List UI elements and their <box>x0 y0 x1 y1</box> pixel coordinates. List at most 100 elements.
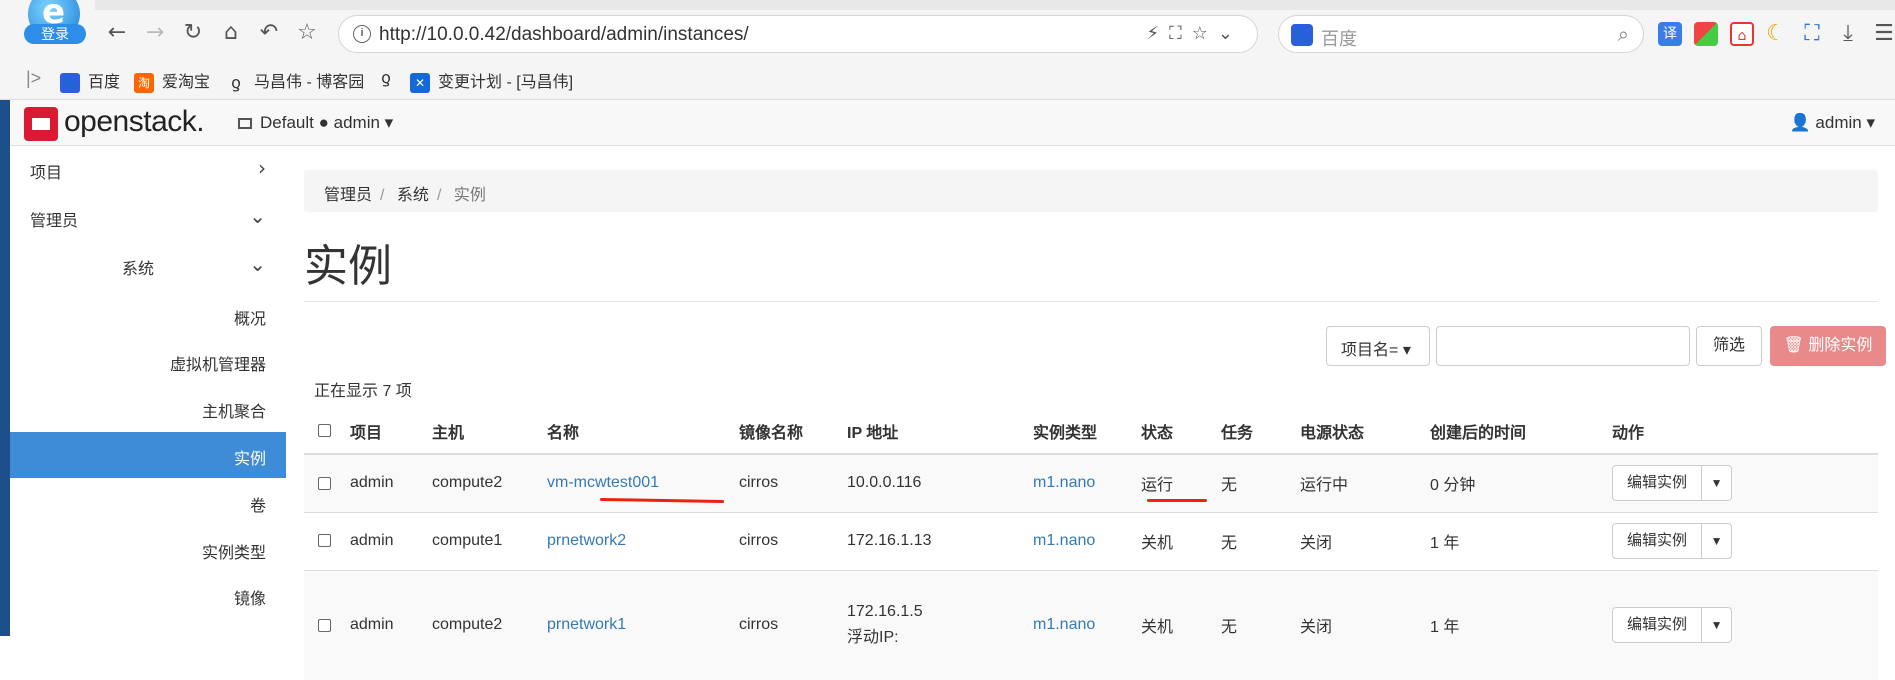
col-header[interactable]: 状态 <box>1135 408 1215 455</box>
edit-instance-button[interactable]: 编辑实例 <box>1612 607 1703 644</box>
cell-project: admin <box>344 453 426 512</box>
search-box[interactable]: 🐾 百度 ⌕ <box>1278 15 1644 53</box>
pdf-icon[interactable]: ⌂ <box>1730 22 1754 46</box>
bookmark-cnblogs[interactable]: ƍ 马昌伟 - 博客园 <box>226 68 364 93</box>
back-arrow-icon[interactable]: ← <box>102 18 132 48</box>
breadcrumb-admin[interactable]: 管理员 <box>324 187 372 204</box>
col-header[interactable]: 镜像名称 <box>733 408 841 455</box>
project-selector[interactable]: Default ● admin ▾ <box>238 113 393 133</box>
caret-down-icon: ▾ <box>384 113 394 132</box>
login-badge[interactable]: 登录 <box>24 24 86 44</box>
col-header[interactable]: 实例类型 <box>1027 408 1135 455</box>
select-all-cell <box>304 408 344 455</box>
browser-toolbar: e 登录 ← → ↻ ⌂ ↶ ☆ i http://10.0.0.42/dash… <box>0 0 1895 100</box>
edit-instance-button[interactable]: 编辑实例 <box>1612 523 1703 559</box>
filter-input[interactable] <box>1436 326 1690 366</box>
edit-instance-button[interactable]: 编辑实例 <box>1612 465 1703 502</box>
flavor-link[interactable]: m1.nano <box>1033 474 1095 491</box>
apps-icon[interactable] <box>1694 22 1718 46</box>
sidebar-item-images[interactable]: 镜像 <box>10 572 286 618</box>
sidebar-item-instances[interactable]: 实例 <box>10 432 286 478</box>
instance-name-link[interactable]: prnetwork2 <box>547 532 626 549</box>
search-input[interactable]: 百度 <box>1321 25 1357 51</box>
sidebar-item-host-aggregates[interactable]: 主机聚合 <box>10 385 286 431</box>
favorite-star-icon[interactable]: ☆ <box>1192 23 1218 44</box>
cell-ip: 10.0.0.116 <box>841 453 1027 512</box>
chevron-down-icon[interactable]: ⌄ <box>1218 23 1243 44</box>
site-info-icon[interactable]: i <box>353 25 371 43</box>
browser-logo[interactable]: e 登录 <box>22 0 90 44</box>
forward-arrow-icon[interactable]: → <box>140 18 170 48</box>
col-header[interactable]: 名称 <box>541 408 733 455</box>
bookmark-baidu[interactable]: 🐾 百度 <box>60 68 120 93</box>
chevron-right-icon: › <box>258 156 266 180</box>
row-checkbox[interactable] <box>318 476 331 490</box>
bookmark-taobao[interactable]: 淘爱淘宝 <box>134 68 210 93</box>
caret-down-icon: ▾ <box>1402 342 1411 359</box>
url-text[interactable]: http://10.0.0.42/dashboard/admin/instanc… <box>379 24 749 46</box>
col-header[interactable]: 电源状态 <box>1294 408 1424 455</box>
filter-button[interactable]: 筛选 <box>1696 326 1762 366</box>
crop-icon[interactable]: ⛶ <box>1800 22 1824 46</box>
cell-status: 运行 <box>1135 453 1215 512</box>
baidu-paw-icon: 🐾 <box>60 72 80 93</box>
table-row: admin compute2 prnetwork1 cirros 172.16.… <box>304 569 1878 680</box>
sidebar-item-system[interactable]: 系统 ⌄ <box>10 242 286 288</box>
cell-image: cirros <box>733 511 841 570</box>
translate-icon[interactable]: 译 <box>1658 22 1682 46</box>
taobao-icon: 淘 <box>134 72 154 93</box>
col-header[interactable]: IP 地址 <box>841 408 1027 455</box>
reload-icon[interactable]: ↻ <box>178 18 208 48</box>
bookmark-change-plan[interactable]: ✕ 变更计划 - [马昌伟] <box>410 68 573 93</box>
cnblogs-icon: ƍ <box>381 68 391 87</box>
sidebar-toggle-icon[interactable]: |> <box>26 68 41 89</box>
col-header: 动作 <box>1606 408 1878 455</box>
instance-name-link[interactable]: vm-mcwtest001 <box>547 474 659 491</box>
bookmark-star-icon[interactable]: ☆ <box>292 18 322 48</box>
actions-dropdown-toggle[interactable]: ▼ <box>1702 523 1733 559</box>
openstack-logo-icon[interactable] <box>24 107 58 141</box>
search-icon[interactable]: ⌕ <box>1618 22 1629 46</box>
instance-name-link[interactable]: prnetwork1 <box>547 616 626 633</box>
col-header[interactable]: 项目 <box>344 408 426 455</box>
chevron-down-icon: ⌄ <box>249 204 266 228</box>
row-checkbox[interactable] <box>318 534 331 548</box>
breadcrumb-current: 实例 <box>453 187 486 204</box>
cell-power: 运行中 <box>1294 453 1424 512</box>
project-icon <box>238 118 252 130</box>
cell-project: admin <box>344 511 426 570</box>
sidebar-item-overview[interactable]: 概况 <box>10 292 286 338</box>
col-header[interactable]: 主机 <box>426 408 541 455</box>
screenshot-icon[interactable]: ⛶ <box>1169 23 1192 44</box>
filter-field-select[interactable]: 项目名= ▾ <box>1326 326 1430 366</box>
download-icon[interactable]: ⤓ <box>1836 22 1860 46</box>
actions-dropdown-toggle[interactable]: ▼ <box>1702 465 1733 502</box>
col-header[interactable]: 创建后的时间 <box>1424 408 1606 455</box>
sidebar-item-project[interactable]: 项目 › <box>10 146 286 192</box>
brand-name[interactable]: openstack. <box>64 105 205 139</box>
breadcrumb-system[interactable]: 系统 <box>397 187 429 204</box>
home-icon[interactable]: ⌂ <box>216 18 246 48</box>
select-all-checkbox[interactable] <box>318 423 331 437</box>
delete-instances-button[interactable]: 🗑 删除实例 <box>1770 326 1886 366</box>
sidebar-item-admin[interactable]: 管理员 ⌄ <box>10 194 286 240</box>
baidu-paw-icon: 🐾 <box>1291 24 1313 46</box>
desktop-edge <box>0 100 10 636</box>
menu-icon[interactable]: ☰ <box>1872 22 1895 46</box>
divider <box>304 301 1878 302</box>
undo-icon[interactable]: ↶ <box>254 18 284 48</box>
col-header[interactable]: 任务 <box>1215 408 1294 455</box>
flavor-link[interactable]: m1.nano <box>1033 616 1095 633</box>
moon-icon[interactable]: ☾ <box>1764 22 1788 46</box>
row-checkbox[interactable] <box>318 618 331 632</box>
lightning-icon[interactable]: ⚡ <box>1147 23 1170 44</box>
user-menu[interactable]: 👤 admin ▾ <box>1790 113 1876 133</box>
flavor-link[interactable]: m1.nano <box>1033 532 1095 549</box>
bookmark-cnblogs-2[interactable]: ƍ <box>376 68 404 88</box>
sidebar-item-volumes[interactable]: 卷 <box>10 479 286 525</box>
address-bar[interactable]: i http://10.0.0.42/dashboard/admin/insta… <box>338 15 1258 53</box>
sidebar-item-flavors[interactable]: 实例类型 <box>10 526 286 572</box>
actions-dropdown-toggle[interactable]: ▼ <box>1702 607 1733 644</box>
sidebar-item-hypervisors[interactable]: 虚拟机管理器 <box>10 338 286 384</box>
cell-host: compute2 <box>426 569 541 680</box>
